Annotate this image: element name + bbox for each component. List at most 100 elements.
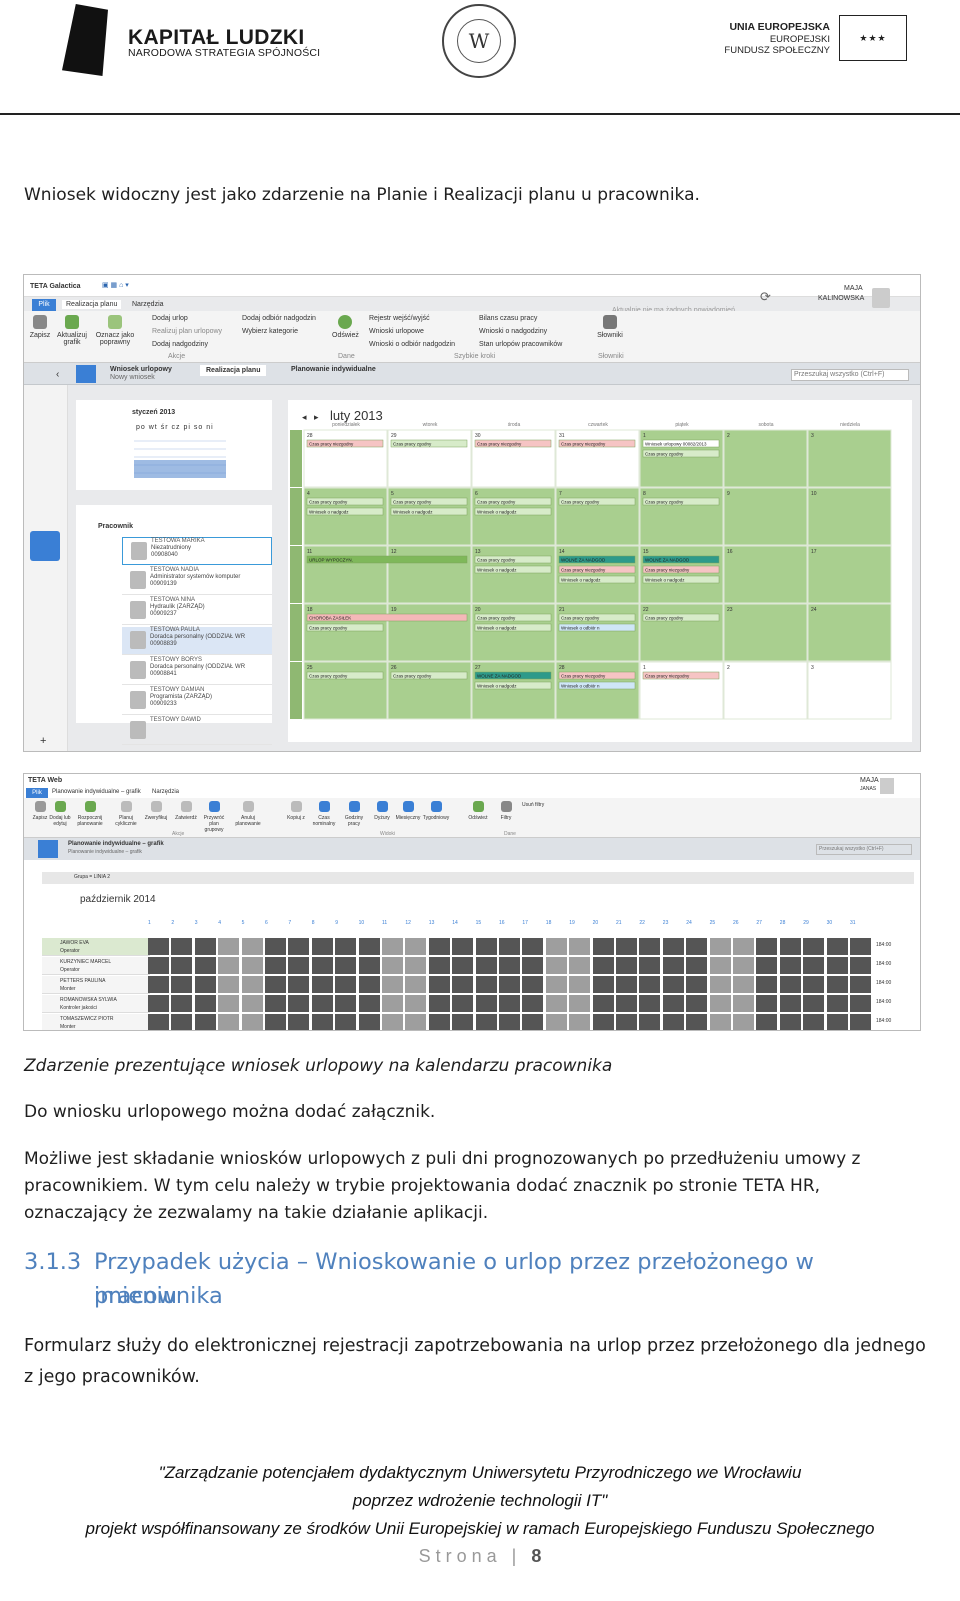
schedule-cell[interactable] bbox=[335, 1014, 357, 1030]
schedule-cell[interactable] bbox=[171, 957, 193, 974]
schedule-cell[interactable] bbox=[850, 995, 871, 1012]
schedule-cell[interactable] bbox=[148, 957, 169, 974]
schedule-cell[interactable] bbox=[662, 938, 684, 955]
schedule-cell[interactable] bbox=[241, 938, 263, 955]
schedule-cell[interactable] bbox=[405, 1014, 427, 1030]
link-realizuj-plan[interactable]: Realizuj plan urlopowy bbox=[152, 328, 222, 335]
calendar-day-cell[interactable] bbox=[639, 661, 724, 720]
schedule-cell[interactable] bbox=[756, 976, 778, 993]
add-icon[interactable]: + bbox=[40, 735, 46, 747]
schedule-cell[interactable] bbox=[265, 1014, 286, 1030]
schedule-cell[interactable] bbox=[218, 1014, 240, 1030]
schedule-cell[interactable] bbox=[194, 995, 216, 1012]
schedule-cell[interactable] bbox=[452, 938, 474, 955]
schedule-cell[interactable] bbox=[826, 995, 848, 1012]
schedule-cell[interactable] bbox=[265, 957, 286, 974]
schedule-cell[interactable] bbox=[803, 976, 825, 993]
employee-row[interactable]: TESTOWY DAWID bbox=[122, 717, 272, 745]
schedule-cell[interactable] bbox=[850, 957, 871, 974]
schedule-cell[interactable] bbox=[850, 976, 871, 993]
schedule-cell[interactable] bbox=[148, 1014, 169, 1030]
schedule-cell[interactable] bbox=[733, 957, 754, 974]
schedule-cell[interactable] bbox=[639, 995, 661, 1012]
schedule-cell[interactable] bbox=[194, 1014, 216, 1030]
schedule-cell[interactable] bbox=[218, 995, 240, 1012]
schedule-cell[interactable] bbox=[756, 995, 778, 1012]
schedule-cell[interactable] bbox=[616, 995, 637, 1012]
schedule-cell[interactable] bbox=[499, 957, 520, 974]
chevron-left-icon[interactable]: ‹ bbox=[56, 369, 59, 380]
tab-planowanie-2[interactable]: Planowanie indywidualne – grafik bbox=[52, 789, 141, 795]
link-bilans[interactable]: Bilans czasu pracy bbox=[479, 315, 537, 322]
schedule-cell[interactable] bbox=[522, 1014, 544, 1030]
schedule-cell[interactable] bbox=[639, 976, 661, 993]
schedule-cell[interactable] bbox=[311, 976, 333, 993]
schedule-cell[interactable] bbox=[311, 995, 333, 1012]
calendar-day-cell[interactable] bbox=[723, 545, 808, 604]
schedule-cell[interactable] bbox=[194, 976, 216, 993]
schedule-cell[interactable] bbox=[358, 976, 380, 993]
schedule-cell[interactable] bbox=[779, 1014, 801, 1030]
link-wnioski-odbior[interactable]: Wnioski o odbiór nadgodzin bbox=[369, 341, 455, 348]
schedule-cell[interactable] bbox=[382, 1014, 403, 1030]
schedule-cell[interactable] bbox=[826, 957, 848, 974]
schedule-cell[interactable] bbox=[616, 938, 637, 955]
schedule-cell[interactable] bbox=[709, 1014, 731, 1030]
link-wybierz-kategorie[interactable]: Wybierz kategorie bbox=[242, 328, 298, 335]
schedule-cell[interactable] bbox=[545, 957, 567, 974]
schedule-cell[interactable] bbox=[709, 995, 731, 1012]
quick-access-icons[interactable]: ▣ ▦ ⌂ ▾ bbox=[102, 281, 129, 289]
schedule-cell[interactable] bbox=[569, 938, 591, 955]
schedule-cell[interactable] bbox=[335, 957, 357, 974]
group-filter[interactable]: Grupa = LINIA 2 bbox=[74, 874, 110, 880]
schedule-cell[interactable] bbox=[311, 938, 333, 955]
user-avatar[interactable] bbox=[872, 288, 890, 308]
calendar-day-cell[interactable] bbox=[723, 603, 808, 662]
grid-menu-icon-2[interactable] bbox=[38, 840, 58, 858]
schedule-cell[interactable] bbox=[639, 957, 661, 974]
ribbon2-button[interactable]: Odśwież bbox=[464, 801, 492, 821]
calendar-day-cell[interactable] bbox=[639, 545, 724, 604]
schedule-cell[interactable] bbox=[639, 938, 661, 955]
schedule-cell[interactable] bbox=[686, 976, 708, 993]
calendar-day-cell[interactable] bbox=[471, 545, 556, 604]
schedule-cell[interactable] bbox=[662, 976, 684, 993]
employee-row[interactable]: TESTOWY DAMIAN Programista (ZARZĄD) 009092… bbox=[122, 687, 272, 715]
schedule-cell[interactable] bbox=[779, 957, 801, 974]
schedule-cell[interactable] bbox=[616, 1014, 637, 1030]
tab-file-2[interactable]: Plik bbox=[26, 788, 48, 798]
refresh-button[interactable]: Odśwież bbox=[332, 315, 359, 339]
grid-menu-icon[interactable] bbox=[76, 365, 96, 383]
schedule-cell[interactable] bbox=[405, 976, 427, 993]
ribbon2-button[interactable]: Zweryfikuj bbox=[142, 801, 170, 821]
calendar-day-cell[interactable] bbox=[303, 487, 388, 546]
schedule-cell[interactable] bbox=[733, 938, 754, 955]
schedule-cell[interactable] bbox=[358, 995, 380, 1012]
mark-correct-button[interactable]: Oznacz jako poprawny bbox=[94, 315, 136, 346]
schedule-cell[interactable] bbox=[499, 976, 520, 993]
schedule-cell[interactable] bbox=[265, 938, 286, 955]
calendar-day-cell[interactable] bbox=[387, 603, 472, 662]
schedule-cell[interactable] bbox=[826, 1014, 848, 1030]
schedule-cell[interactable] bbox=[452, 1014, 474, 1030]
schedule-employee-row[interactable]: KURZYNIEC MARCEL Operator bbox=[42, 957, 150, 975]
schedule-cell[interactable] bbox=[194, 938, 216, 955]
schedule-cell[interactable] bbox=[194, 957, 216, 974]
calendar-day-cell[interactable] bbox=[807, 429, 892, 488]
schedule-cell[interactable] bbox=[545, 976, 567, 993]
schedule-cell[interactable] bbox=[545, 1014, 567, 1030]
ribbon2-button[interactable]: Czas nominalny bbox=[310, 801, 338, 827]
schedule-cell[interactable] bbox=[475, 1014, 497, 1030]
schedule-cell[interactable] bbox=[288, 995, 310, 1012]
schedule-cell[interactable] bbox=[569, 976, 591, 993]
employee-row[interactable]: TESTOWA PAULA Doradca personalny (ODDZIAŁ… bbox=[122, 627, 272, 655]
schedule-cell[interactable] bbox=[311, 957, 333, 974]
ribbon2-button[interactable]: Anuluj planowanie bbox=[234, 801, 262, 827]
schedule-cell[interactable] bbox=[569, 1014, 591, 1030]
schedule-cell[interactable] bbox=[241, 1014, 263, 1030]
schedule-cell[interactable] bbox=[428, 1014, 450, 1030]
schedule-cell[interactable] bbox=[826, 938, 848, 955]
schedule-cell[interactable] bbox=[592, 957, 614, 974]
schedule-cell[interactable] bbox=[382, 995, 403, 1012]
search-input-2[interactable]: Przeszukaj wszystko (Ctrl+F) bbox=[816, 844, 912, 855]
